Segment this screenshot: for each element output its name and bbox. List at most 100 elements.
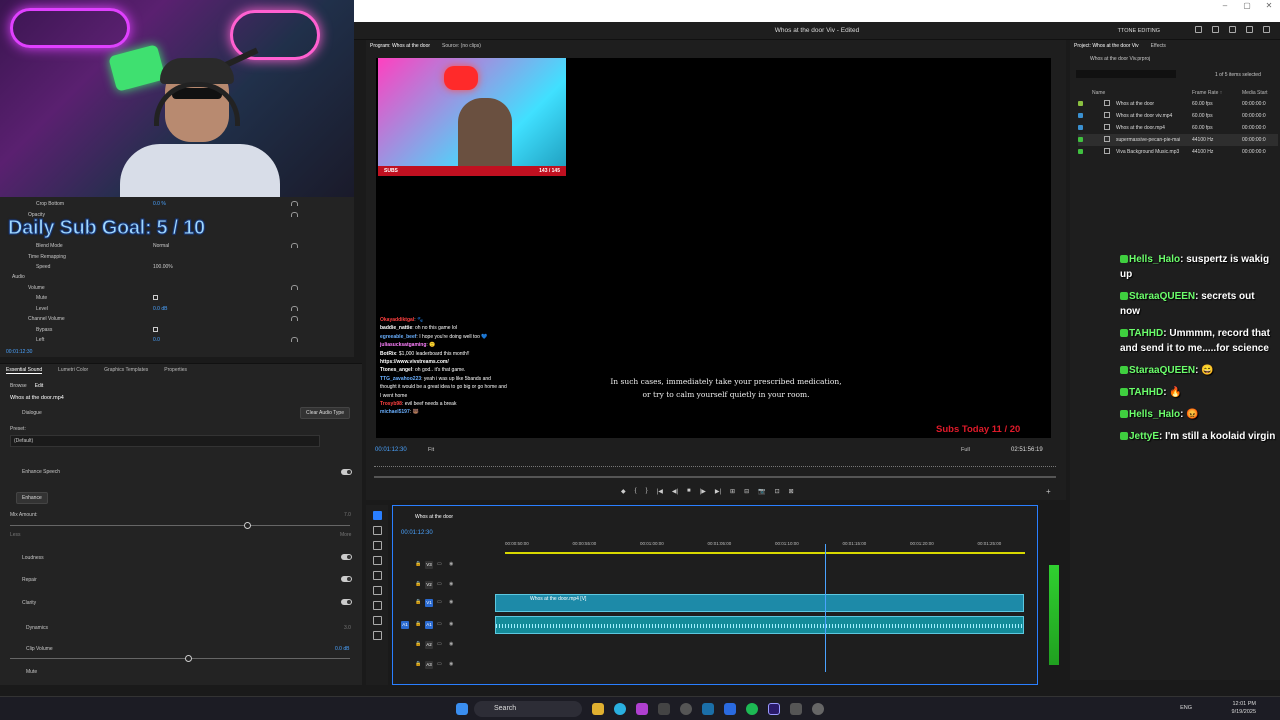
effect-row-crop-bottom[interactable]: Crop Bottom 0.0 % xyxy=(0,199,354,209)
type-icon[interactable] xyxy=(372,631,382,640)
mix-amount-value[interactable]: 7.0 xyxy=(344,512,351,518)
reset-icon[interactable] xyxy=(291,243,298,248)
transport-button[interactable]: |◀ xyxy=(657,488,663,495)
file-explorer-icon[interactable] xyxy=(592,703,604,715)
loudness-label[interactable]: Loudness xyxy=(22,555,44,561)
track-name[interactable]: V3 xyxy=(425,561,433,569)
enhance-button[interactable]: Enhance xyxy=(16,492,48,504)
lock-icon[interactable]: 🔒 xyxy=(415,581,421,587)
lock-icon[interactable]: 🔒 xyxy=(415,561,421,567)
premiere-icon[interactable] xyxy=(768,703,780,715)
panel-icon[interactable] xyxy=(1195,26,1202,33)
timeline-track[interactable]: 🔒 V2 ▭ ◉ xyxy=(401,576,1025,594)
menu-icon[interactable] xyxy=(1229,26,1236,33)
track-name[interactable]: A3 xyxy=(425,661,433,669)
tab-properties[interactable]: Properties xyxy=(164,367,187,374)
tab-browse[interactable]: Browse xyxy=(10,383,27,389)
app-icon[interactable] xyxy=(658,703,670,715)
label-color-swatch[interactable] xyxy=(1078,101,1083,106)
mute-label[interactable]: Mute xyxy=(26,669,37,675)
app-icon[interactable] xyxy=(724,703,736,715)
rectangle-icon[interactable] xyxy=(372,601,382,610)
dynamics-value[interactable]: 3.0 xyxy=(344,625,351,631)
tab-essential-sound[interactable]: Essential Sound xyxy=(6,367,43,374)
project-item[interactable]: Whos at the door.mp4 60.00 fps 00:00:00:0 xyxy=(1078,122,1278,134)
tab-program[interactable]: Program: Whos at the door xyxy=(370,43,430,49)
eye-icon[interactable]: ◉ xyxy=(449,661,453,667)
video-clip[interactable]: Whos at the door.mp4 [V] xyxy=(495,594,1024,612)
sync-icon[interactable]: ▭ xyxy=(437,621,442,627)
lock-icon[interactable]: 🔒 xyxy=(415,661,421,667)
eye-icon[interactable]: ◉ xyxy=(449,599,453,605)
tab-edit[interactable]: Edit xyxy=(35,383,44,389)
transport-button[interactable]: ⊠ xyxy=(789,488,794,495)
video-frame[interactable]: SUBS 143 / 145 Okayaddiktgal: 🐾 baddie_na… xyxy=(376,58,1051,438)
preset-select[interactable]: (Default) xyxy=(10,435,320,447)
hand-icon[interactable] xyxy=(372,616,382,625)
transport-button[interactable]: ◀| xyxy=(672,488,678,495)
tab-project[interactable]: Project: Whos at the door Viv xyxy=(1074,43,1139,49)
layout-icon[interactable] xyxy=(1212,26,1219,33)
reset-icon[interactable] xyxy=(291,316,298,321)
eye-icon[interactable]: ◉ xyxy=(449,581,453,587)
fullscreen-icon[interactable] xyxy=(1263,26,1270,33)
work-area-bar[interactable] xyxy=(505,552,1025,554)
tab-lumetri-color[interactable]: Lumetri Color xyxy=(58,367,88,374)
clear-audio-type-button[interactable]: Clear Audio Type xyxy=(300,407,350,419)
eye-icon[interactable]: ◉ xyxy=(449,561,453,567)
transport-button[interactable]: ◆ xyxy=(621,488,626,495)
label-color-swatch[interactable] xyxy=(1078,113,1083,118)
sync-icon[interactable]: ▭ xyxy=(437,641,442,647)
app-icon[interactable] xyxy=(680,703,692,715)
lock-icon[interactable]: 🔒 xyxy=(415,621,421,627)
label-color-swatch[interactable] xyxy=(1078,149,1083,154)
timeline-track[interactable]: 🔒 A2 ▭ ◉ xyxy=(401,636,1025,654)
project-search-input[interactable] xyxy=(1076,70,1176,78)
column-frame-rate[interactable]: Frame Rate ↑ xyxy=(1192,90,1222,96)
settings-icon[interactable] xyxy=(812,703,824,715)
dynamics-label[interactable]: Dynamics xyxy=(26,625,48,631)
effect-row-volume[interactable]: Volume xyxy=(0,283,354,293)
clarity-label[interactable]: Clarity xyxy=(22,600,36,606)
tab-graphics-templates[interactable]: Graphics Templates xyxy=(104,367,148,374)
lock-icon[interactable]: 🔒 xyxy=(415,641,421,647)
monitor-scrollbar[interactable] xyxy=(374,475,1056,479)
effect-row-speed[interactable]: Speed 100.00% xyxy=(0,262,354,272)
reset-icon[interactable] xyxy=(291,212,298,217)
track-name[interactable]: V2 xyxy=(425,581,433,589)
enhance-speech-toggle[interactable] xyxy=(341,469,352,475)
taskbar-search[interactable]: Search xyxy=(474,701,582,717)
add-button[interactable]: + xyxy=(1046,487,1051,496)
search-icon[interactable] xyxy=(1246,26,1253,33)
track-name[interactable]: V1 xyxy=(425,599,433,607)
sync-icon[interactable]: ▭ xyxy=(437,561,442,567)
effect-row-channel-volume[interactable]: Channel Volume xyxy=(0,314,354,324)
effect-row-level[interactable]: Level 0.0 dB xyxy=(0,304,354,314)
transport-button[interactable]: ■ xyxy=(687,488,691,495)
close-button[interactable]: ✕ xyxy=(1258,0,1280,12)
edge-icon[interactable] xyxy=(614,703,626,715)
sync-icon[interactable]: ▭ xyxy=(437,581,442,587)
effect-row-blend-mode[interactable]: Blend Mode Normal xyxy=(0,241,354,251)
effect-row-mute[interactable]: Mute xyxy=(0,293,354,303)
transport-button[interactable]: ▶| xyxy=(715,488,721,495)
sync-icon[interactable]: ▭ xyxy=(437,661,442,667)
monitor-ruler[interactable] xyxy=(374,461,1056,467)
reset-icon[interactable] xyxy=(291,306,298,311)
selection-tool-icon[interactable] xyxy=(372,511,382,520)
effect-row-left[interactable]: Left 0.0 xyxy=(0,335,354,345)
playhead-timecode[interactable]: 00:01:12:30 xyxy=(375,447,407,453)
project-item[interactable]: Whos at the door 60.00 fps 00:00:00:0 xyxy=(1078,98,1278,110)
mix-amount-slider[interactable] xyxy=(10,525,350,526)
eye-icon[interactable]: ◉ xyxy=(449,621,453,627)
start-icon[interactable] xyxy=(456,703,468,715)
tab-effects[interactable]: Effects xyxy=(1151,43,1166,49)
transport-button[interactable]: ⊡ xyxy=(775,488,780,495)
app-icon[interactable] xyxy=(790,703,802,715)
mute-checkbox[interactable] xyxy=(153,295,158,300)
reset-icon[interactable] xyxy=(291,201,298,206)
source-patch[interactable]: A1 xyxy=(401,621,409,629)
timeline-ruler[interactable]: 00:00:50:00 00:00:55:00 00:01:00:00 00:01:0… xyxy=(505,541,1025,555)
clip-volume-value[interactable]: 0.0 dB xyxy=(335,646,349,652)
minimize-button[interactable]: – xyxy=(1214,0,1236,12)
